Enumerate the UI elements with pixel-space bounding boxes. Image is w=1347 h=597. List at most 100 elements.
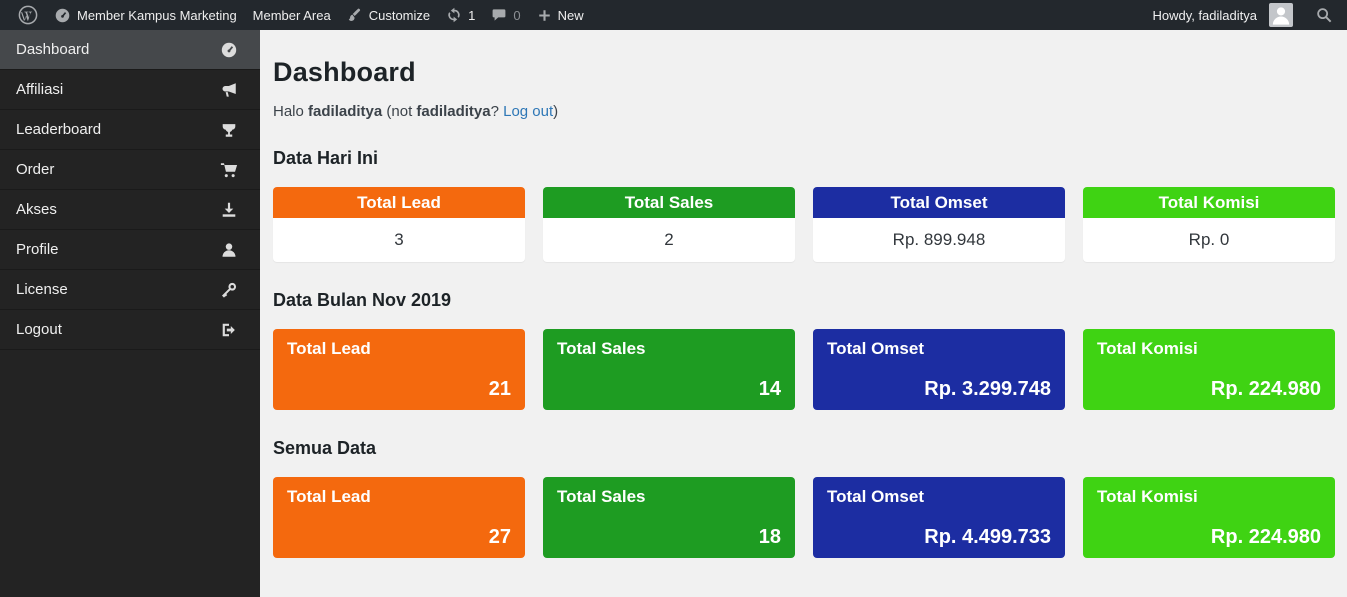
- avatar: [1269, 3, 1293, 27]
- all-card-row: Total Lead 27 Total Sales 18 Total Omset…: [273, 477, 1335, 558]
- site-menu[interactable]: Member Kampus Marketing: [46, 0, 245, 30]
- member-area-link[interactable]: Member Area: [245, 0, 339, 30]
- card-title: Total Lead: [273, 187, 525, 218]
- sidebar-item-leaderboard[interactable]: Leaderboard: [0, 110, 260, 150]
- key-icon: [220, 281, 238, 299]
- sidebar-item-license[interactable]: License: [0, 270, 260, 310]
- card-title: Total Lead: [287, 487, 511, 507]
- card-value: 2: [543, 218, 795, 262]
- greeting-mid: (not: [382, 103, 416, 120]
- sidebar-item-profile[interactable]: Profile: [0, 230, 260, 270]
- card-value: 21: [489, 378, 511, 401]
- account-menu[interactable]: Howdy, fadiladitya: [1144, 0, 1311, 30]
- month-total-komisi-card: Total Komisi Rp. 224.980: [1083, 329, 1335, 410]
- section-heading-month: Data Bulan Nov 2019: [273, 290, 1335, 311]
- all-total-omset-card: Total Omset Rp. 4.499.733: [813, 477, 1065, 558]
- page-title: Dashboard: [273, 57, 1335, 88]
- admin-bar-right: Howdy, fadiladitya: [1144, 0, 1337, 30]
- main-content: Dashboard Halo fadiladitya (not fadiladi…: [260, 30, 1347, 597]
- month-card-row: Total Lead 21 Total Sales 14 Total Omset…: [273, 329, 1335, 410]
- sidebar-item-akses[interactable]: Akses: [0, 190, 260, 230]
- sign-out-icon: [220, 321, 238, 339]
- card-title: Total Sales: [543, 187, 795, 218]
- card-title: Total Lead: [287, 339, 511, 359]
- card-value: Rp. 4.499.733: [924, 526, 1051, 549]
- card-title: Total Komisi: [1097, 487, 1321, 507]
- all-total-komisi-card: Total Komisi Rp. 224.980: [1083, 477, 1335, 558]
- sidebar-item-label: Logout: [16, 321, 62, 338]
- howdy-text: Howdy, fadiladitya: [1152, 8, 1257, 23]
- today-total-komisi-card: Total Komisi Rp. 0: [1083, 187, 1335, 262]
- all-total-sales-card: Total Sales 18: [543, 477, 795, 558]
- wordpress-logo-icon[interactable]: [10, 0, 46, 30]
- comments-count: 0: [513, 8, 520, 23]
- brush-icon: [347, 7, 363, 23]
- month-total-sales-card: Total Sales 14: [543, 329, 795, 410]
- new-label: New: [558, 8, 584, 23]
- sidebar: Dashboard Affiliasi Leaderboard: [0, 30, 260, 597]
- all-total-lead-card: Total Lead 27: [273, 477, 525, 558]
- card-value: Rp. 224.980: [1211, 378, 1321, 401]
- greeting-username: fadiladitya: [308, 103, 382, 120]
- sidebar-item-label: Profile: [16, 241, 59, 258]
- card-title: Total Komisi: [1083, 187, 1335, 218]
- sidebar-item-label: License: [16, 281, 68, 298]
- today-total-sales-card: Total Sales 2: [543, 187, 795, 262]
- sidebar-item-label: Akses: [16, 201, 57, 218]
- wordpress-logo-icon: [18, 5, 38, 25]
- customize-link[interactable]: Customize: [339, 0, 438, 30]
- sidebar-item-dashboard[interactable]: Dashboard: [0, 30, 260, 70]
- today-total-omset-card: Total Omset Rp. 899.948: [813, 187, 1065, 262]
- greeting-username-2: fadiladitya: [416, 103, 490, 120]
- card-title: Total Omset: [827, 487, 1051, 507]
- log-out-link[interactable]: Log out: [503, 103, 553, 120]
- search-icon[interactable]: [1311, 6, 1337, 24]
- sidebar-item-order[interactable]: Order: [0, 150, 260, 190]
- comments-indicator[interactable]: 0: [483, 0, 528, 30]
- megaphone-icon: [220, 81, 238, 99]
- update-icon: [446, 7, 462, 23]
- trophy-icon: [220, 121, 238, 139]
- card-value: 3: [273, 218, 525, 262]
- card-value: Rp. 0: [1083, 218, 1335, 262]
- sidebar-item-label: Order: [16, 161, 54, 178]
- admin-bar: Member Kampus Marketing Member Area Cust…: [0, 0, 1347, 30]
- card-title: Total Sales: [557, 339, 781, 359]
- card-title: Total Omset: [827, 339, 1051, 359]
- sidebar-item-label: Leaderboard: [16, 121, 101, 138]
- card-title: Total Sales: [557, 487, 781, 507]
- section-heading-today: Data Hari Ini: [273, 148, 1335, 169]
- greeting-prefix: Halo: [273, 103, 308, 120]
- sidebar-item-label: Dashboard: [16, 41, 89, 58]
- plus-icon: [537, 8, 552, 23]
- sidebar-item-affiliasi[interactable]: Affiliasi: [0, 70, 260, 110]
- card-title: Total Komisi: [1097, 339, 1321, 359]
- card-value: 18: [759, 526, 781, 549]
- today-total-lead-card: Total Lead 3: [273, 187, 525, 262]
- updates-count: 1: [468, 8, 475, 23]
- comment-icon: [491, 7, 507, 23]
- user-icon: [220, 241, 238, 259]
- card-title: Total Omset: [813, 187, 1065, 218]
- dashboard-gauge-icon: [54, 7, 71, 24]
- gauge-icon: [220, 41, 238, 59]
- card-value: Rp. 3.299.748: [924, 378, 1051, 401]
- month-total-omset-card: Total Omset Rp. 3.299.748: [813, 329, 1065, 410]
- customize-label: Customize: [369, 8, 430, 23]
- cart-icon: [220, 161, 238, 179]
- admin-bar-left: Member Kampus Marketing Member Area Cust…: [10, 0, 592, 30]
- card-value: 14: [759, 378, 781, 401]
- download-icon: [220, 201, 238, 219]
- site-name: Member Kampus Marketing: [77, 8, 237, 23]
- card-value: Rp. 899.948: [813, 218, 1065, 262]
- card-value: 27: [489, 526, 511, 549]
- sidebar-item-label: Affiliasi: [16, 81, 63, 98]
- card-value: Rp. 224.980: [1211, 526, 1321, 549]
- updates-indicator[interactable]: 1: [438, 0, 483, 30]
- new-menu[interactable]: New: [529, 0, 592, 30]
- sidebar-item-logout[interactable]: Logout: [0, 310, 260, 350]
- today-card-row: Total Lead 3 Total Sales 2 Total Omset R…: [273, 187, 1335, 262]
- section-heading-all: Semua Data: [273, 438, 1335, 459]
- greeting-suffix: ): [553, 103, 558, 120]
- greeting-question: ?: [491, 103, 504, 120]
